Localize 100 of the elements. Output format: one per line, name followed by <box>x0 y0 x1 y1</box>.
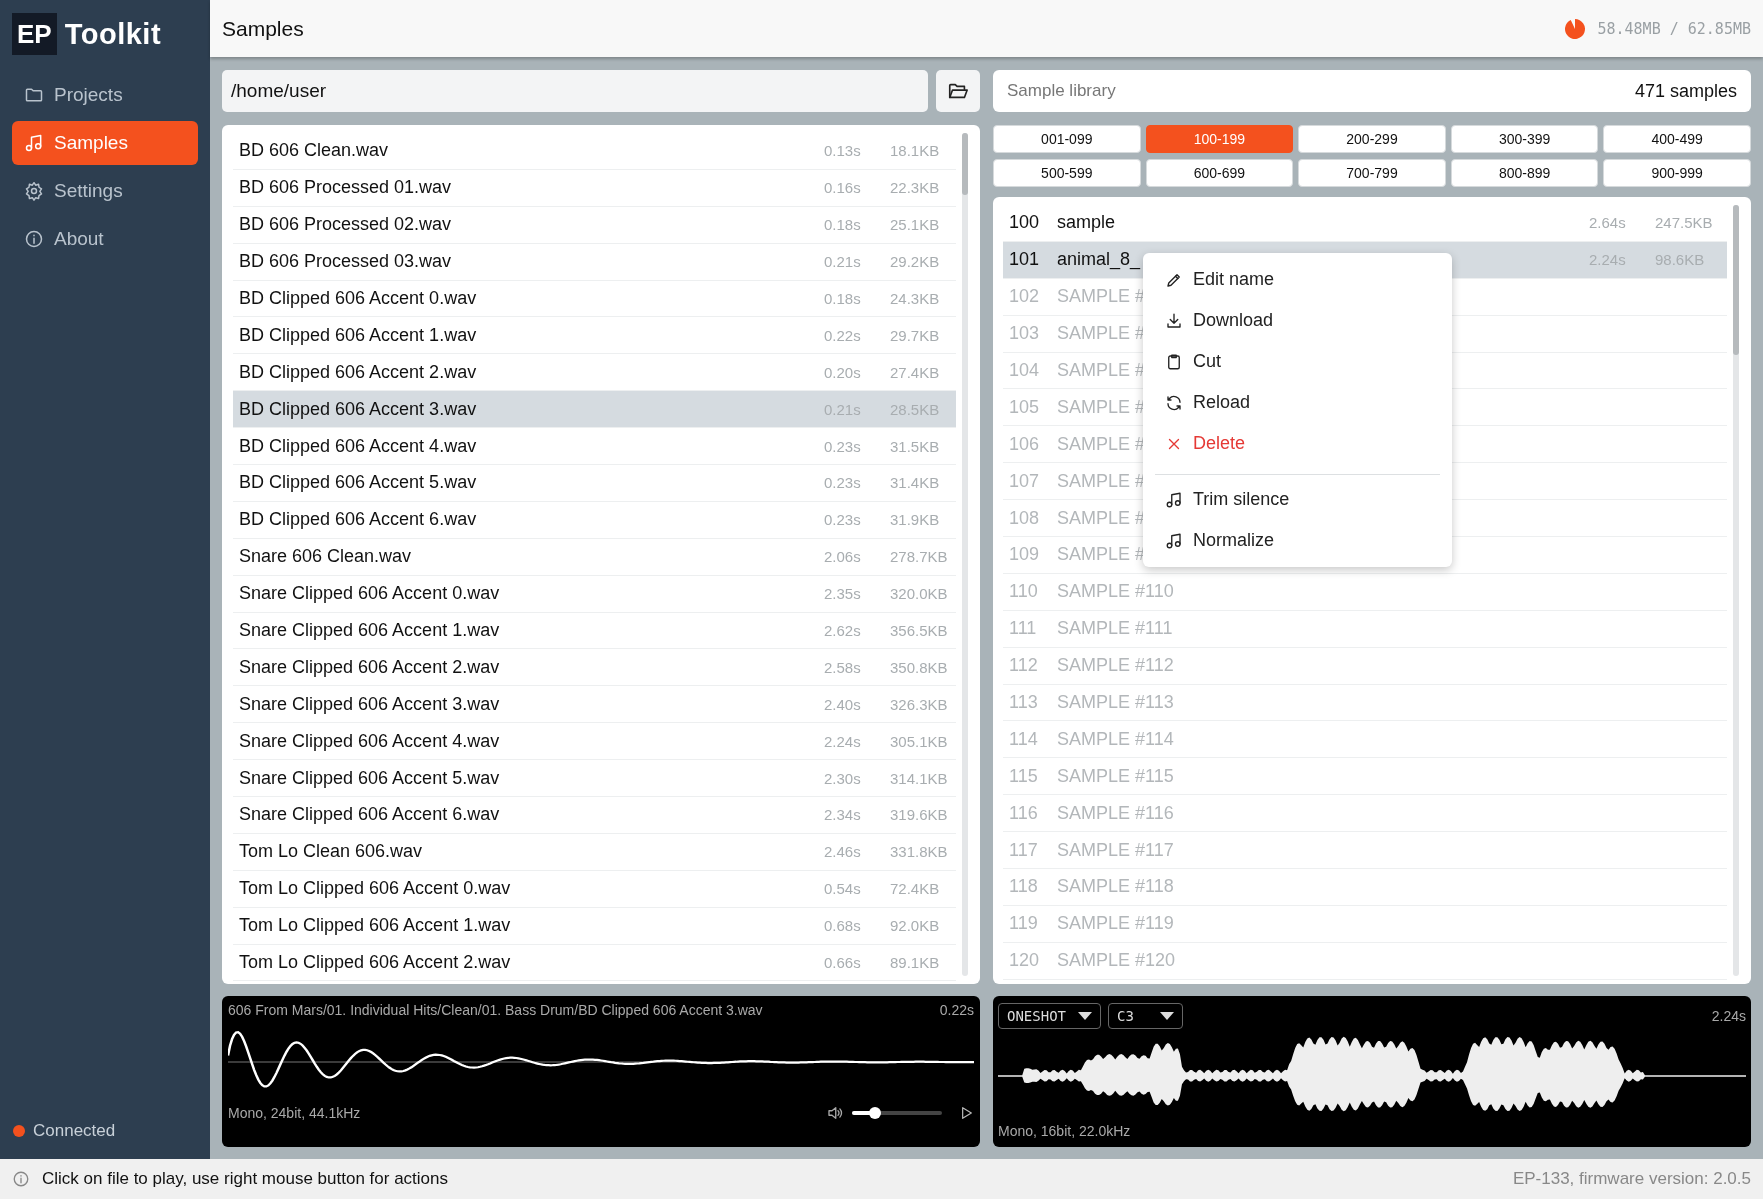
memory-usage: 58.48MB / 62.85MB <box>1597 19 1751 38</box>
duration: 0.22s <box>939 1002 974 1018</box>
file-name: BD 606 Processed 03.wav <box>239 251 453 273</box>
sample-name: SAMPLE #114 <box>1057 728 1174 750</box>
file-duration: 0.13s <box>824 142 862 160</box>
file-duration: 0.23s <box>824 511 862 529</box>
file-size: 319.6KB <box>890 806 949 824</box>
duration: 2.24s <box>1711 1008 1746 1024</box>
firmware-version: EP-133, firmware version: 2.0.5 <box>1512 1169 1751 1189</box>
file-name: BD 606 Processed 01.wav <box>239 177 453 199</box>
file-duration: 0.18s <box>824 216 862 234</box>
file-size: 278.7KB <box>890 548 949 566</box>
file-name: Snare Clipped 606 Accent 3.wav <box>239 693 501 715</box>
sample-name: SAMPLE #113 <box>1057 692 1174 713</box>
slot-number: 111 <box>1009 618 1038 640</box>
file-size: 29.2KB <box>890 253 941 271</box>
file-name: Tom Lo Clipped 606 Accent 0.wav <box>239 878 512 900</box>
sample-name: SAMPLE #111 <box>1057 618 1173 640</box>
slot-number: 119 <box>1009 913 1039 935</box>
file-duration: 0.16s <box>824 179 862 197</box>
file-duration: 2.62s <box>824 622 862 639</box>
file-name: Snare Clipped 606 Accent 0.wav <box>239 583 501 605</box>
slot-number: 110 <box>1009 581 1039 603</box>
slot-number: 102 <box>1009 286 1041 308</box>
file-name: BD Clipped 606 Accent 4.wav <box>239 435 478 457</box>
slot-number: 112 <box>1009 655 1039 677</box>
file-name: Snare 606 Clean.wav <box>239 546 413 568</box>
file-size: 24.3KB <box>890 290 941 307</box>
file-name: BD Clipped 606 Accent 3.wav <box>239 398 478 420</box>
file-name: BD Clipped 606 Accent 5.wav <box>239 472 478 494</box>
connection-status: Connected <box>33 1121 116 1141</box>
sample-name: animal_8_ <box>1057 249 1141 271</box>
file-size: 31.4KB <box>890 474 941 492</box>
slot-number: 117 <box>1009 839 1039 861</box>
file-size: 89.1KB <box>890 954 941 972</box>
panel-title: Sample library <box>1007 81 1117 101</box>
file-size: 31.5KB <box>890 437 941 455</box>
sample-name: SAMPLE #118 <box>1057 876 1174 898</box>
file-path: 606 From Mars/01. Individual Hits/Clean/01. Bass Drum/BD Clipped 606 Accent 3.wav <box>228 1002 763 1018</box>
slot-number: 108 <box>1009 507 1041 529</box>
file-duration: 0.22s <box>824 326 862 344</box>
file-name: Snare Clipped 606 Accent 1.wav <box>239 620 501 641</box>
file-name: Tom Lo Clipped 606 Accent 1.wav <box>239 915 512 937</box>
audio-format: Mono, 16bit, 22.0kHz <box>998 1123 1131 1139</box>
slot-number: 105 <box>1009 396 1041 418</box>
sample-size: 247.5KB <box>1655 214 1714 232</box>
file-duration: 2.46s <box>824 843 862 861</box>
sample-name: SAMPLE #112 <box>1057 655 1174 677</box>
sample-name: SAMPLE #110 <box>1057 581 1174 603</box>
file-size: 331.8KB <box>890 843 949 861</box>
file-size: 305.1KB <box>890 732 949 750</box>
sample-name: SAMPLE #116 <box>1057 802 1174 824</box>
file-duration: 2.06s <box>824 548 862 566</box>
file-name: BD Clipped 606 Accent 2.wav <box>239 361 478 383</box>
file-duration: 2.30s <box>824 769 862 787</box>
slot-number: 116 <box>1009 802 1039 824</box>
file-size: 29.7KB <box>890 326 941 344</box>
file-name: Snare Clipped 606 Accent 5.wav <box>239 767 501 789</box>
slot-number: 103 <box>1009 323 1041 345</box>
slot-number: 118 <box>1009 876 1039 898</box>
file-size: 22.3KB <box>890 179 941 197</box>
sample-name: SAMPLE #117 <box>1057 839 1174 861</box>
file-name: Snare Clipped 606 Accent 6.wav <box>239 804 501 826</box>
file-duration: 2.40s <box>824 695 862 713</box>
file-duration: 2.58s <box>824 658 862 676</box>
file-duration: 0.23s <box>824 437 862 455</box>
slot-number: 104 <box>1009 360 1041 381</box>
sample-name: SAMPLE #119 <box>1057 913 1174 935</box>
file-size: 350.8KB <box>890 658 949 676</box>
file-duration: 0.18s <box>824 290 862 307</box>
slot-number: 101 <box>1009 249 1041 271</box>
file-name: BD Clipped 606 Accent 6.wav <box>239 509 478 531</box>
audio-format: Mono, 24bit, 44.1kHz <box>228 1105 361 1121</box>
file-duration: 2.34s <box>824 806 862 824</box>
file-size: 18.1KB <box>890 142 941 160</box>
slot-number: 100 <box>1009 212 1041 234</box>
file-size: 27.4KB <box>890 363 941 381</box>
file-size: 314.1KB <box>890 769 949 787</box>
slot-number: 115 <box>1009 765 1039 787</box>
file-size: 356.5KB <box>890 622 949 639</box>
sample-name: sample <box>1057 212 1116 234</box>
logo-badge: EP <box>12 13 57 55</box>
file-size: 326.3KB <box>890 695 949 713</box>
file-duration: 2.24s <box>824 732 862 750</box>
file-duration: 0.66s <box>824 954 862 972</box>
page-title: Samples <box>222 16 305 41</box>
slot-number: 107 <box>1009 470 1041 492</box>
file-name: Tom Lo Clean 606.wav <box>239 841 424 863</box>
file-duration: 2.35s <box>824 585 862 603</box>
status-hint: Click on file to play, use right mouse button for actions <box>42 1169 448 1189</box>
file-size: 320.0KB <box>890 585 949 603</box>
sample-duration: 2.64s <box>1589 214 1627 232</box>
slot-number: 113 <box>1009 692 1039 713</box>
file-duration: 0.68s <box>824 917 862 935</box>
file-name: Tom Lo Clipped 606 Accent 2.wav <box>239 952 512 974</box>
app-title: Toolkit <box>64 17 162 51</box>
slot-number: 109 <box>1009 544 1041 566</box>
file-duration: 0.20s <box>824 363 862 381</box>
file-duration: 0.54s <box>824 880 862 898</box>
file-name: Snare Clipped 606 Accent 2.wav <box>239 656 501 678</box>
